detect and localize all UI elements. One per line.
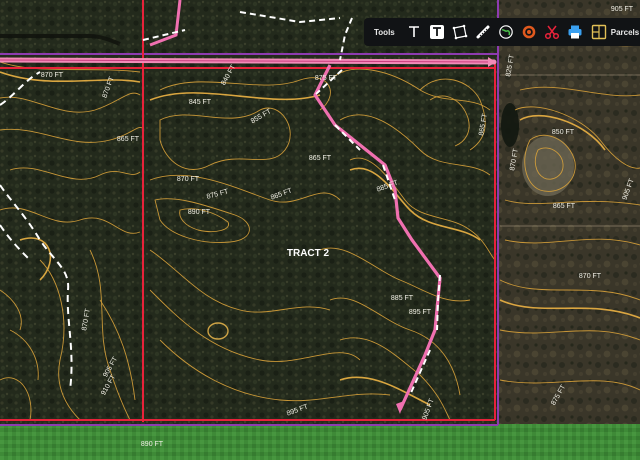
- contour-label: 845 FT: [189, 99, 212, 106]
- parcels-toggle[interactable]: Parcels: [591, 24, 639, 40]
- text-box-tool-button[interactable]: [426, 21, 449, 43]
- toolbar-label: Tools: [374, 27, 395, 37]
- target-icon: [522, 25, 536, 39]
- contour-label: 870 FT: [41, 72, 64, 79]
- print-tool-button[interactable]: [564, 21, 587, 43]
- contour-label: 890 FT: [188, 209, 211, 216]
- ruler-tool-button[interactable]: [472, 21, 495, 43]
- aerial-topo-map[interactable]: 870 FT870 FT840 FT865 FT845 FT855 FT865 …: [0, 0, 640, 460]
- cut-tool-button[interactable]: [541, 21, 564, 43]
- contour-label: 865 FT: [553, 203, 576, 210]
- globe-icon: [499, 25, 514, 39]
- parcels-label: Parcels: [610, 27, 640, 37]
- contour-label: 865 FT: [309, 155, 332, 162]
- contour-label-corner: 905 FT: [611, 6, 634, 13]
- contour-label: 850 FT: [552, 129, 575, 136]
- printer-icon: [568, 25, 582, 39]
- polygon-tool-button[interactable]: [449, 21, 472, 43]
- open-field: [0, 424, 640, 460]
- map-viewport[interactable]: 870 FT 870 FT 840 FT 865 FT 845 FT 855 FT 865 …: [0, 0, 640, 460]
- contour-label: 885 FT: [391, 295, 414, 302]
- scissors-icon: [545, 25, 560, 40]
- contour-label: 870 FT: [579, 273, 602, 280]
- forest-imagery-east: [498, 0, 640, 425]
- contour-label: 865 FT: [117, 136, 140, 143]
- contour-label: 875 FT: [315, 75, 338, 82]
- contour-label: 895 FT: [409, 309, 432, 316]
- text-tool-button[interactable]: [403, 21, 426, 43]
- globe-tool-button[interactable]: [495, 21, 518, 43]
- polygon-icon: [452, 24, 468, 40]
- contour-label: 870 FT: [177, 176, 200, 183]
- text-icon: [409, 26, 420, 37]
- parcels-icon: [591, 24, 606, 40]
- tract-label: TRACT 2: [287, 248, 330, 259]
- contour-label: 890 FT: [141, 441, 164, 448]
- ruler-icon: [476, 25, 490, 39]
- radius-tool-button[interactable]: [518, 21, 541, 43]
- map-toolbar: Tools Parcels: [364, 18, 640, 46]
- text-box-icon: [430, 25, 445, 39]
